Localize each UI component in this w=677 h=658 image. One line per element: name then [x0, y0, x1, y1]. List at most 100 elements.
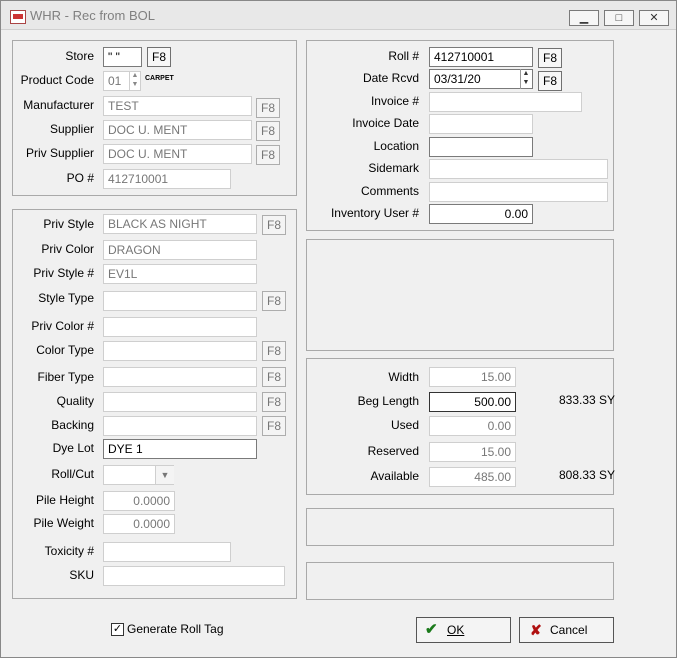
priv-style-num-input[interactable]: EV1L — [103, 264, 257, 284]
priv-style-label: Priv Style — [43, 217, 94, 231]
checkmark-icon: ✓ — [112, 623, 123, 635]
supplier-f8-button[interactable]: F8 — [256, 121, 280, 141]
location-label: Location — [373, 139, 419, 153]
color-type-f8-button[interactable]: F8 — [262, 341, 286, 361]
roll-num-f8-button[interactable]: F8 — [538, 48, 562, 68]
comments-input[interactable] — [429, 182, 608, 202]
sidemark-label: Sidemark — [368, 161, 419, 175]
generate-roll-tag-checkbox[interactable]: ✓ — [111, 623, 124, 636]
maximize-button[interactable]: □ — [604, 10, 634, 26]
roll-num-input[interactable]: 412710001 — [429, 47, 533, 67]
inventory-user-label: Inventory User # — [330, 206, 419, 220]
style-type-f8-button[interactable]: F8 — [262, 291, 286, 311]
store-input[interactable]: " " — [103, 47, 142, 67]
invoice-num-input[interactable] — [429, 92, 582, 112]
invoice-num-label: Invoice # — [370, 94, 419, 108]
blank-panel — [306, 508, 614, 546]
priv-style-f8-button[interactable]: F8 — [262, 215, 286, 235]
width-label: Width — [388, 370, 419, 384]
minimize-icon: ▁ — [579, 12, 589, 24]
used-label: Used — [390, 418, 419, 432]
beg-length-input[interactable]: 500.00 — [429, 392, 516, 412]
sku-input[interactable] — [103, 566, 285, 586]
dialog-window: WHR - Rec from BOL ▁ □ ✕ Store " " F8 Pr… — [0, 0, 677, 658]
invoice-date-input[interactable] — [429, 114, 533, 134]
dye-lot-input[interactable]: DYE 1 — [103, 439, 257, 459]
quality-label: Quality — [56, 394, 94, 408]
store-f8-button[interactable]: F8 — [147, 47, 171, 67]
ok-label: OK — [447, 623, 465, 637]
pile-weight-input[interactable]: 0.0000 — [103, 514, 175, 534]
product-code-desc: CARPET — [145, 75, 174, 82]
style-type-input[interactable] — [103, 291, 257, 311]
backing-f8-button[interactable]: F8 — [262, 416, 286, 436]
generate-roll-tag-label[interactable]: Generate Roll Tag — [127, 622, 224, 636]
priv-style-input[interactable]: BLACK AS NIGHT — [103, 214, 257, 234]
date-rcvd-spin-icon[interactable]: ▲ ▼ — [520, 69, 531, 89]
supplier-label: Supplier — [49, 122, 94, 136]
supplier-input[interactable]: DOC U. MENT — [103, 120, 252, 140]
color-type-input[interactable] — [103, 341, 257, 361]
location-input[interactable] — [429, 137, 533, 157]
pile-weight-label: Pile Weight — [33, 516, 94, 530]
blank-panel — [306, 562, 614, 600]
product-code-spin-icon[interactable]: ▲ ▼ — [129, 71, 140, 91]
available-label: Available — [370, 469, 419, 483]
fiber-type-label: Fiber Type — [37, 370, 94, 384]
backing-label: Backing — [51, 418, 94, 432]
po-input[interactable]: 412710001 — [103, 169, 231, 189]
inventory-user-input[interactable]: 0.00 — [429, 204, 533, 224]
minimize-button[interactable]: ▁ — [569, 10, 599, 26]
blank-panel — [306, 239, 614, 351]
toxicity-input[interactable] — [103, 542, 231, 562]
toxicity-label: Toxicity # — [44, 544, 94, 558]
check-icon: ✔ — [425, 621, 438, 638]
dye-lot-label: Dye Lot — [52, 441, 94, 455]
roll-num-label: Roll # — [388, 49, 419, 63]
priv-color-num-label: Priv Color # — [31, 319, 94, 333]
date-rcvd-input[interactable]: 03/31/20 — [429, 69, 533, 89]
fiber-type-f8-button[interactable]: F8 — [262, 367, 286, 387]
priv-supplier-label: Priv Supplier — [25, 146, 94, 160]
close-button[interactable]: ✕ — [639, 10, 669, 26]
date-rcvd-f8-button[interactable]: F8 — [538, 71, 562, 91]
sku-label: SKU — [69, 568, 94, 582]
sidemark-input[interactable] — [429, 159, 608, 179]
priv-color-num-input[interactable] — [103, 317, 257, 337]
store-label: Store — [65, 49, 94, 63]
manufacturer-input[interactable]: TEST — [103, 96, 252, 116]
product-code-label: Product Code — [20, 73, 94, 87]
pile-height-input[interactable]: 0.0000 — [103, 491, 175, 511]
available-input[interactable]: 485.00 — [429, 467, 516, 487]
priv-supplier-f8-button[interactable]: F8 — [256, 145, 280, 165]
fiber-type-input[interactable] — [103, 367, 257, 387]
invoice-date-label: Invoice Date — [352, 116, 419, 130]
backing-input[interactable] — [103, 416, 257, 436]
pile-height-label: Pile Height — [35, 493, 94, 507]
priv-supplier-input[interactable]: DOC U. MENT — [103, 144, 252, 164]
style-type-label: Style Type — [38, 291, 94, 305]
priv-color-input[interactable]: DRAGON — [103, 240, 257, 260]
priv-style-num-label: Priv Style # — [33, 266, 94, 280]
title-bar: WHR - Rec from BOL ▁ □ ✕ — [1, 1, 676, 30]
width-input[interactable]: 15.00 — [429, 367, 516, 387]
reserved-input[interactable]: 15.00 — [429, 442, 516, 462]
manufacturer-label: Manufacturer — [23, 98, 94, 112]
close-icon: ✕ — [649, 12, 659, 24]
ok-button[interactable]: ✔ OK — [416, 617, 511, 643]
used-input[interactable]: 0.00 — [429, 416, 516, 436]
priv-color-label: Priv Color — [41, 242, 94, 256]
quality-input[interactable] — [103, 392, 257, 412]
window-title: WHR - Rec from BOL — [30, 8, 155, 23]
po-label: PO # — [66, 171, 94, 185]
quality-f8-button[interactable]: F8 — [262, 392, 286, 412]
cancel-button[interactable]: ✘ Cancel — [519, 617, 614, 643]
manufacturer-f8-button[interactable]: F8 — [256, 98, 280, 118]
color-type-label: Color Type — [36, 343, 94, 357]
cancel-label: Cancel — [550, 623, 588, 637]
beg-length-sy: 833.33 SY — [559, 393, 616, 407]
chevron-down-icon[interactable]: ▼ — [155, 466, 174, 484]
available-sy: 808.33 SY — [559, 468, 616, 482]
maximize-icon: □ — [615, 12, 623, 24]
beg-length-label: Beg Length — [357, 394, 419, 408]
